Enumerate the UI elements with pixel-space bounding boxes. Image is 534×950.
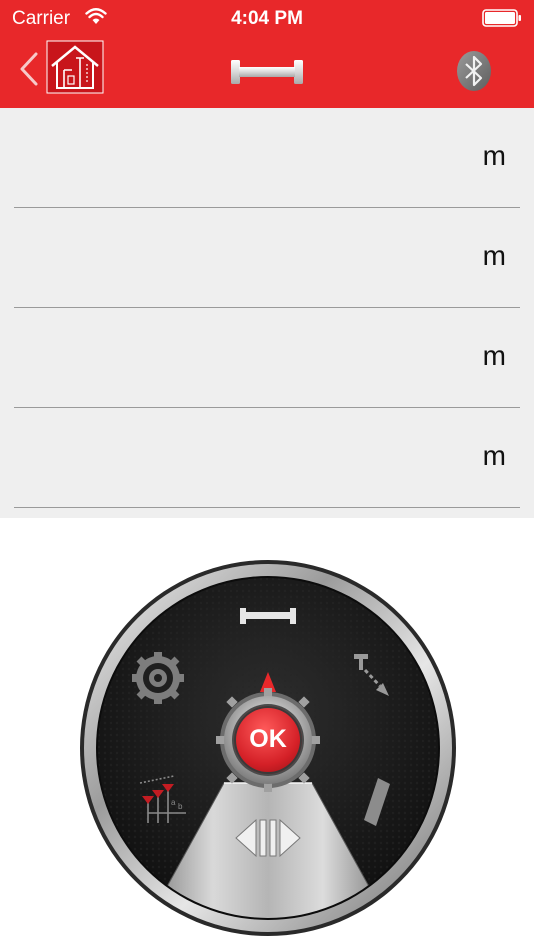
header-bar: Carrier 4:04 PM xyxy=(0,0,534,108)
app-screen: Carrier 4:04 PM m m m m a b OK xyxy=(0,0,534,950)
measurement-row[interactable]: m xyxy=(0,308,534,408)
status-time: 4:04 PM xyxy=(231,8,303,29)
measurement-unit: m xyxy=(482,140,506,171)
status-bar: Carrier 4:04 PM xyxy=(0,0,534,36)
measurement-row[interactable]: m xyxy=(0,408,534,508)
measurement-list: m m m m xyxy=(0,108,534,518)
measurement-row[interactable]: m xyxy=(0,108,534,208)
mode-dial[interactable]: a b OK xyxy=(78,558,458,938)
bluetooth-icon[interactable] xyxy=(455,50,493,92)
measurement-row[interactable]: m xyxy=(0,208,534,308)
svg-text:a: a xyxy=(171,798,176,807)
svg-text:b: b xyxy=(178,802,183,811)
distance-measure-icon[interactable] xyxy=(229,58,305,86)
gear-icon[interactable] xyxy=(132,652,184,704)
measurement-unit: m xyxy=(482,440,506,471)
battery-icon xyxy=(482,9,521,27)
measurement-unit: m xyxy=(482,240,506,271)
measurement-unit: m xyxy=(482,340,506,371)
ok-button[interactable]: OK xyxy=(234,706,302,774)
room-measure-icon[interactable] xyxy=(46,40,104,94)
row-divider xyxy=(14,507,520,508)
ok-button-label: OK xyxy=(249,725,287,753)
chevron-left-icon[interactable] xyxy=(14,50,44,88)
